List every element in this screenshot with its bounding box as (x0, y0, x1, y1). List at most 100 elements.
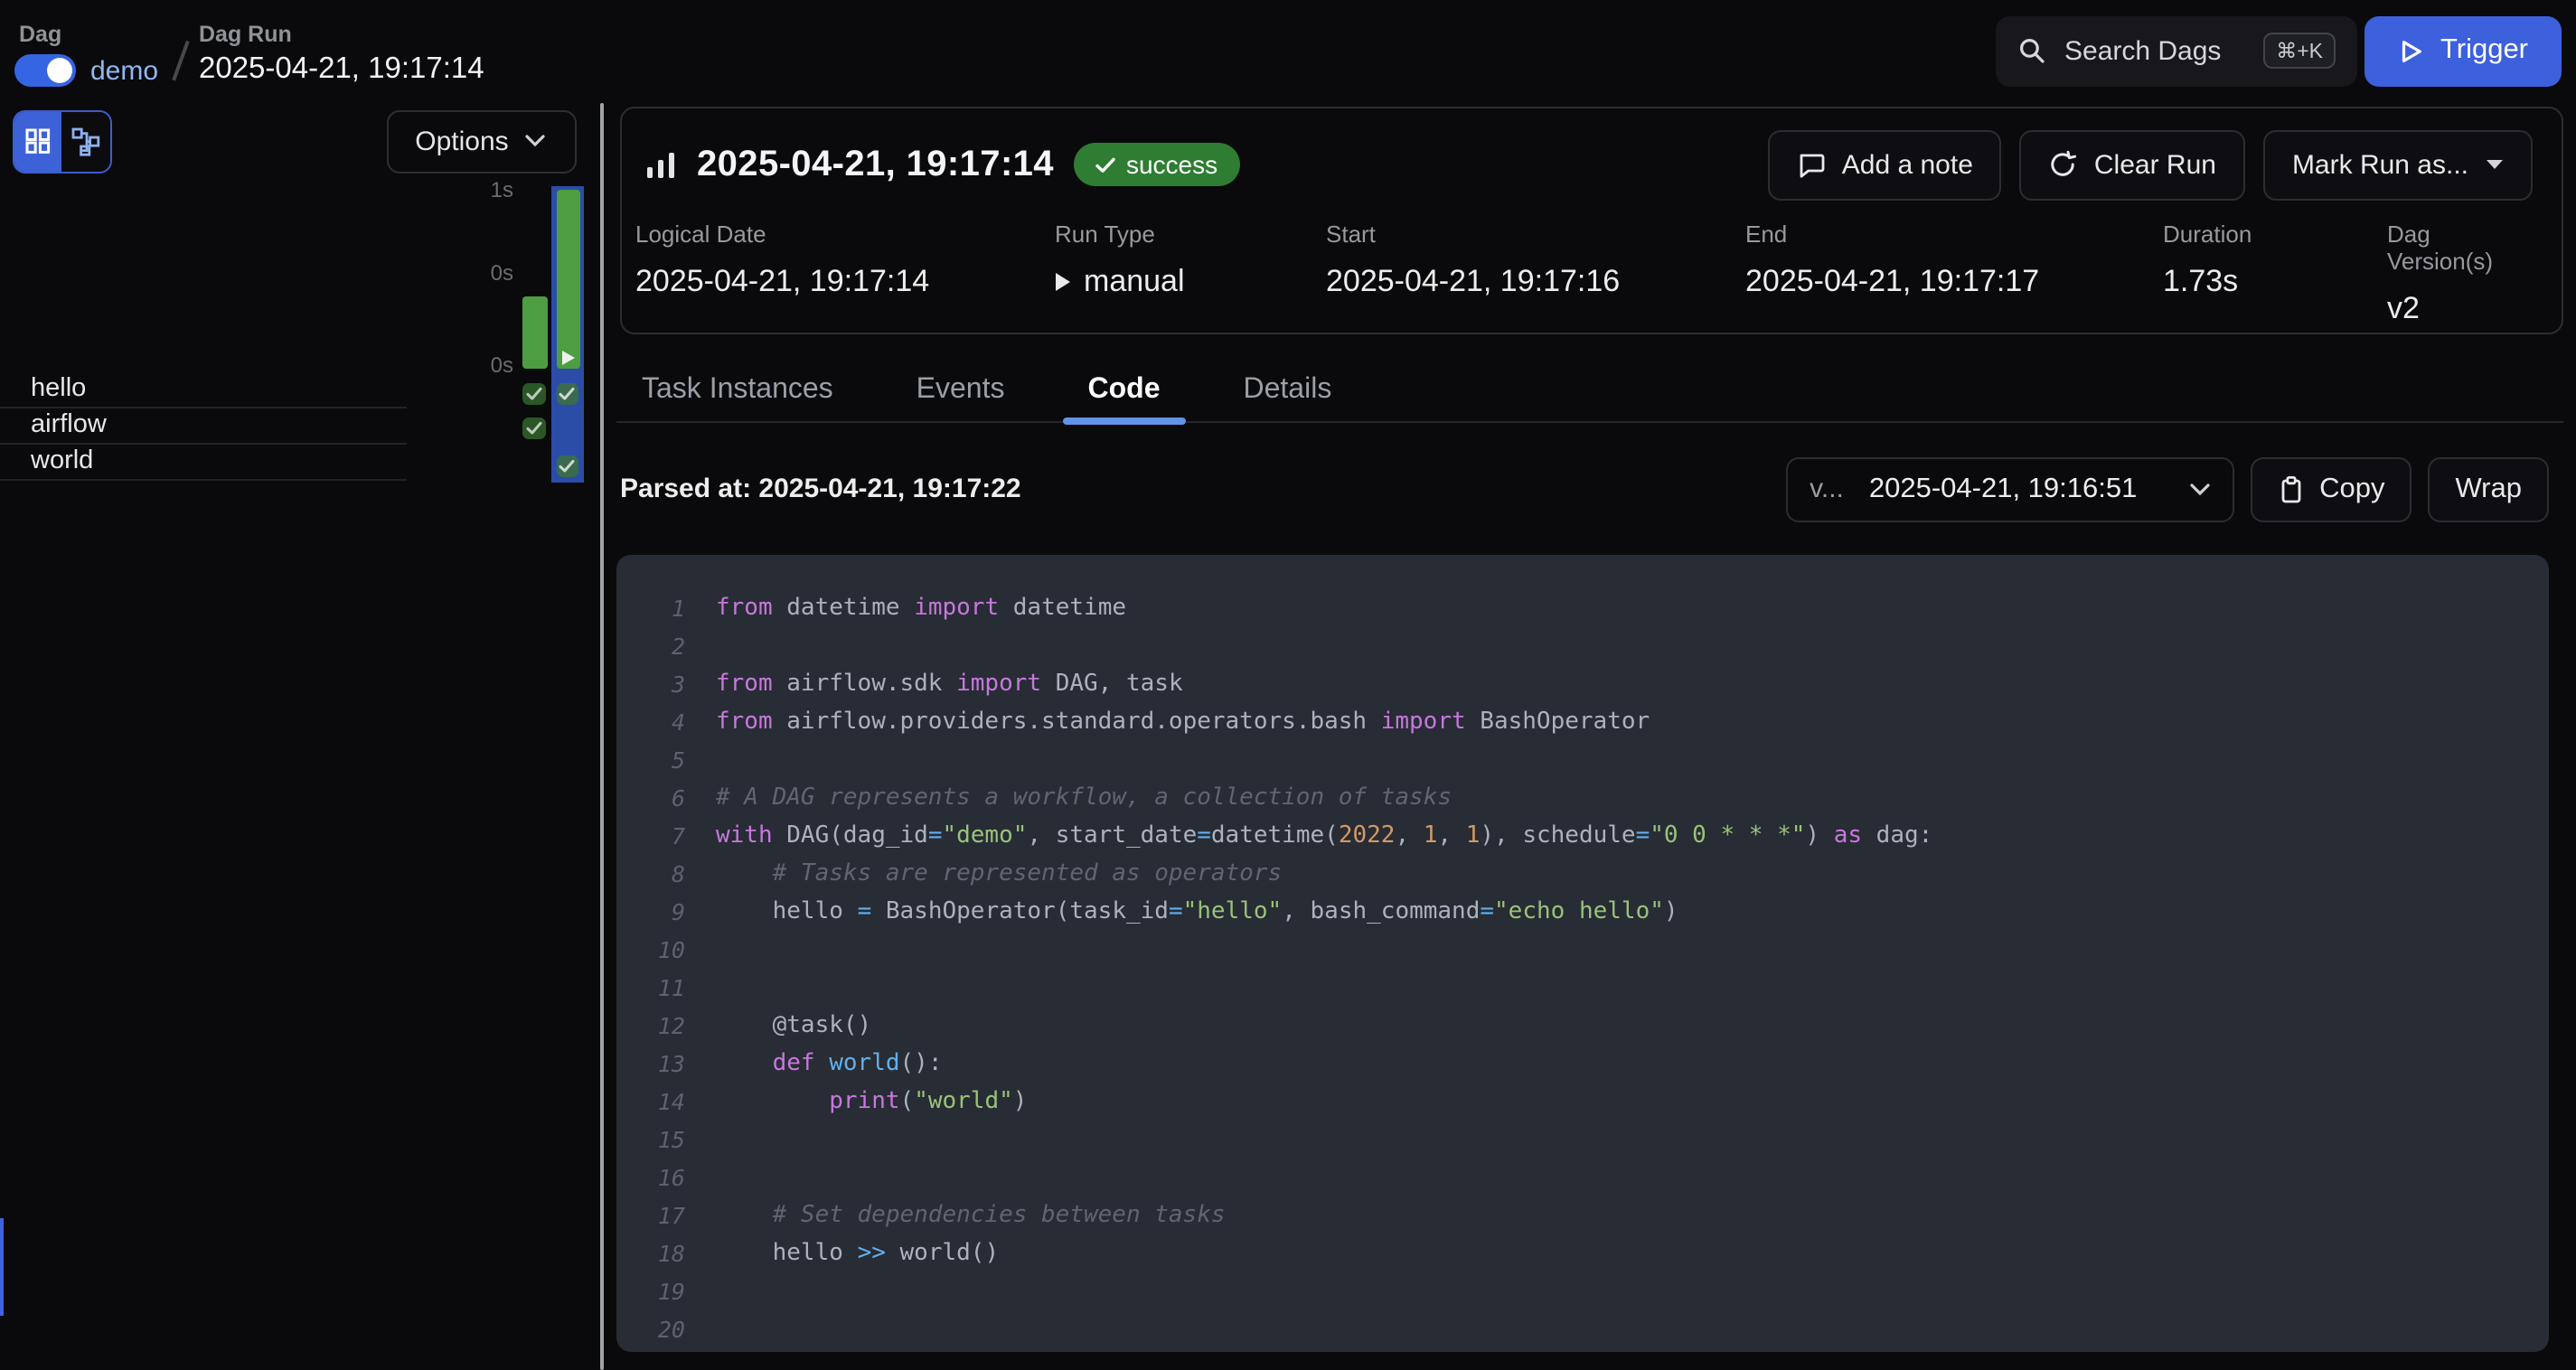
code-toolbar: Parsed at: 2025-04-21, 19:17:22 v... 202… (620, 456, 2549, 522)
run-detail-tabs: Task Instances Events Code Details (616, 358, 2562, 423)
chevron-down-icon (2189, 483, 2211, 497)
options-dropdown[interactable]: Options (386, 109, 576, 173)
task-row-hello[interactable]: hello (0, 372, 407, 408)
run-type-text: manual (1084, 263, 1185, 299)
tab-code[interactable]: Code (1063, 358, 1186, 421)
meta-run-type: Run Type manual (1055, 220, 1326, 326)
chevron-down-icon (525, 134, 547, 148)
panel-resize-divider[interactable] (599, 103, 604, 1370)
dag-run-breadcrumb-label: Dag Run (199, 22, 292, 47)
code-text: hello >> world() (716, 1234, 999, 1272)
meta-value: 2025-04-21, 19:17:16 (1326, 263, 1745, 299)
grid-view-button[interactable] (14, 111, 61, 171)
code-text: def world(): (716, 1045, 943, 1083)
run-status-label: success (1126, 150, 1217, 179)
left-scroll-accent (0, 1218, 3, 1316)
meta-label: Start (1326, 220, 1745, 247)
mark-run-as-button[interactable]: Mark Run as... (2263, 129, 2532, 200)
meta-start: Start 2025-04-21, 19:17:16 (1326, 220, 1745, 326)
line-number: 12 (616, 1007, 685, 1045)
add-note-button[interactable]: Add a note (1768, 129, 2002, 200)
task-label: hello (31, 374, 86, 403)
dag-enabled-toggle[interactable] (14, 54, 76, 87)
code-line: 6# A DAG represents a workflow, a collec… (616, 779, 2549, 817)
code-text: print("world") (716, 1083, 1027, 1121)
run-title: 2025-04-21, 19:17:14 (697, 144, 1054, 185)
tab-label: Code (1088, 373, 1161, 406)
search-dags-label: Search Dags (2064, 35, 2221, 66)
caret-down-icon (2485, 159, 2503, 170)
parsed-at-text: Parsed at: 2025-04-21, 19:17:22 (620, 473, 1021, 503)
run-summary-card: 2025-04-21, 19:17:14 success Add a note (619, 106, 2562, 334)
dag-run-breadcrumb-value: 2025-04-21, 19:17:14 (199, 52, 484, 87)
mark-run-as-label: Mark Run as... (2292, 149, 2468, 180)
search-shortcut-kbd: ⌘+K (2263, 33, 2336, 69)
graph-view-button[interactable] (61, 111, 109, 171)
code-line: 20 (616, 1310, 2549, 1348)
code-text: from airflow.providers.standard.operator… (716, 703, 1650, 741)
version-prefix: v... (1810, 474, 1844, 505)
task-status-success-world-selected[interactable] (556, 455, 578, 477)
line-number: 3 (616, 665, 685, 703)
line-number: 19 (616, 1272, 685, 1310)
trigger-label: Trigger (2440, 34, 2528, 67)
meta-end: End 2025-04-21, 19:17:17 (1745, 220, 2163, 326)
task-row-world[interactable]: world (0, 445, 407, 481)
line-number: 18 (616, 1234, 685, 1272)
copy-code-button[interactable]: Copy (2251, 456, 2411, 522)
clear-run-label: Clear Run (2094, 149, 2216, 180)
tab-task-instances[interactable]: Task Instances (616, 358, 859, 421)
task-row-airflow[interactable]: airflow (0, 408, 407, 445)
note-icon (1797, 150, 1826, 179)
code-line: 3from airflow.sdk import DAG, task (616, 665, 2549, 703)
code-line: 16 (616, 1159, 2549, 1196)
wrap-toggle-button[interactable]: Wrap (2428, 456, 2549, 522)
code-line: 1from datetime import datetime (616, 589, 2549, 627)
line-number: 14 (616, 1083, 685, 1121)
line-number: 11 (616, 969, 685, 1007)
clear-run-button[interactable]: Clear Run (2020, 129, 2245, 200)
line-number: 10 (616, 931, 685, 969)
tab-details[interactable]: Details (1218, 358, 1358, 421)
code-text: # Tasks are represented as operators (716, 855, 1282, 893)
line-number: 20 (616, 1310, 685, 1348)
meta-value: 1.73s (2163, 263, 2387, 299)
task-status-success-airflow[interactable] (522, 417, 545, 439)
top-nav: Dag demo Dag Run 2025-04-21, 19:17:14 Se… (0, 0, 2576, 101)
graph-icon (71, 126, 101, 156)
line-number: 16 (616, 1159, 685, 1196)
trigger-button[interactable]: Trigger (2364, 15, 2561, 86)
duration-tick: 0s (441, 352, 513, 377)
code-text: with DAG(dag_id="demo", start_date=datet… (716, 817, 1932, 855)
task-label: world (31, 446, 93, 475)
code-line: 5 (616, 741, 2549, 779)
tab-events[interactable]: Events (891, 358, 1030, 421)
code-text: # A DAG represents a workflow, a collect… (716, 779, 1452, 817)
code-text: hello = BashOperator(task_id="hello", ba… (716, 893, 1678, 931)
line-number: 8 (616, 855, 685, 893)
breadcrumb-separator (172, 41, 189, 80)
run-duration-bar-selected[interactable] (556, 190, 579, 369)
meta-label: Duration (2163, 220, 2387, 247)
bar-chart-icon (643, 147, 677, 182)
code-line: 13 def world(): (616, 1045, 2549, 1083)
copy-label: Copy (2319, 474, 2384, 506)
meta-duration: Duration 1.73s (2163, 220, 2387, 326)
line-number: 4 (616, 703, 685, 741)
search-dags-button[interactable]: Search Dags ⌘+K (1996, 15, 2357, 86)
run-duration-bar[interactable] (522, 296, 547, 369)
dag-version-select[interactable]: v... 2025-04-21, 19:16:51 (1786, 456, 2234, 522)
line-number: 7 (616, 817, 685, 855)
dag-source-code: 1from datetime import datetime23from air… (616, 555, 2549, 1352)
code-line: 12 @task() (616, 1007, 2549, 1045)
add-note-label: Add a note (1842, 149, 1973, 180)
task-status-success-hello[interactable] (522, 382, 545, 405)
task-status-success-hello-selected[interactable] (556, 382, 578, 405)
dag-name-link[interactable]: demo (90, 56, 158, 87)
code-line: 4 from airflow.providers.standard.operato… (616, 703, 2549, 741)
meta-value: v2 (2387, 290, 2532, 326)
duration-tick: 0s (441, 259, 513, 285)
run-title-row: 2025-04-21, 19:17:14 success Add a note (621, 108, 2561, 200)
code-line: 15 (616, 1121, 2549, 1159)
run-meta-row: Logical Date 2025-04-21, 19:17:14 Run Ty… (621, 200, 2561, 326)
